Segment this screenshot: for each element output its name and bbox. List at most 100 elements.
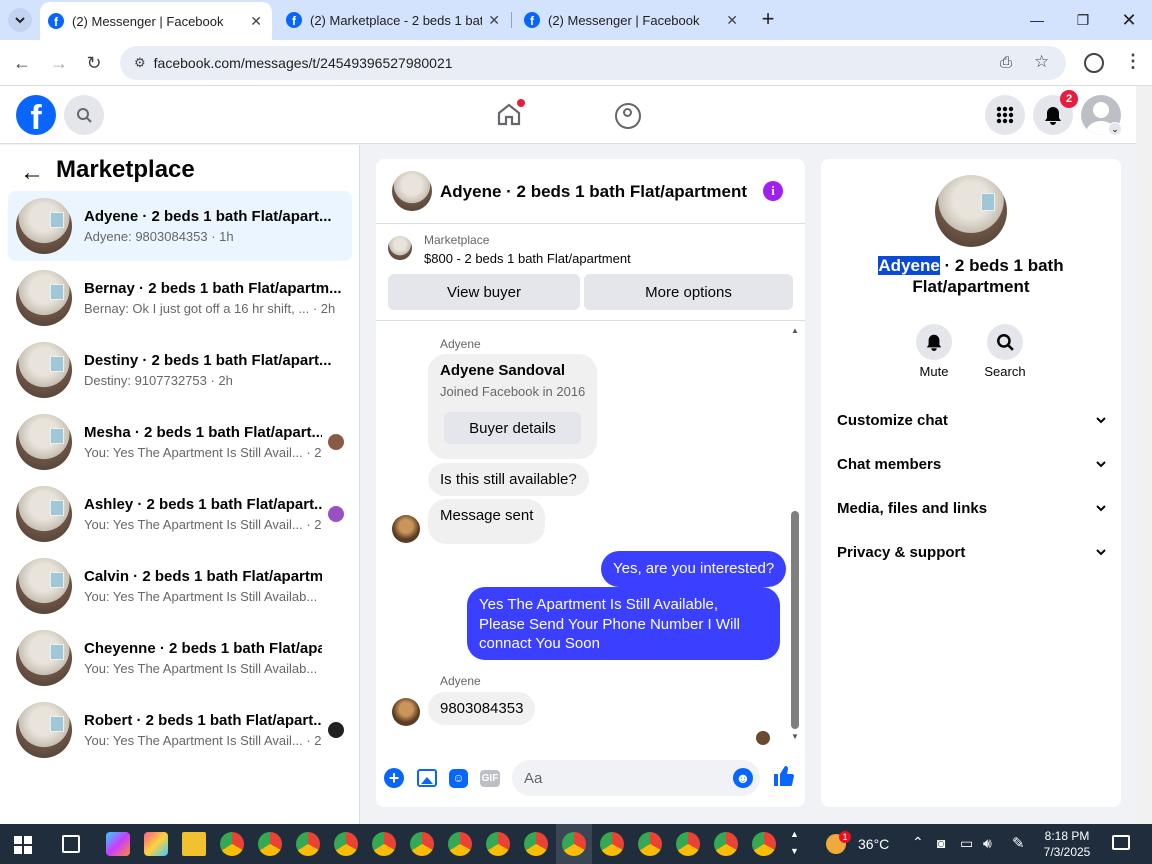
chrome-icon[interactable]: [372, 832, 396, 856]
tab-messenger-2[interactable]: f (2) Messenger | Facebook ✕: [516, 0, 748, 40]
back-arrow-icon[interactable]: ←: [20, 159, 44, 187]
mute-label[interactable]: Mute: [904, 364, 964, 379]
photo-icon[interactable]: [417, 769, 437, 787]
site-settings-icon[interactable]: ⚙: [134, 55, 146, 71]
conversation-preview: You: Yes The Apartment Is Still Avail...…: [84, 733, 322, 748]
conversation-item[interactable]: Destiny · 2 beds 1 bath Flat/apart... Des…: [8, 335, 352, 405]
account-chevron-icon[interactable]: ⌄: [1108, 122, 1122, 136]
home-icon[interactable]: [496, 99, 525, 129]
my-message-bubble[interactable]: Yes The Apartment Is Still Available, Pl…: [467, 587, 780, 660]
profile-icon[interactable]: [1084, 53, 1104, 73]
pen-icon[interactable]: ✎: [1012, 834, 1025, 852]
chat-header-avatar[interactable]: [392, 171, 432, 211]
conversation-item[interactable]: Bernay · 2 beds 1 bath Flat/apartm... Ber…: [8, 263, 352, 333]
listing-title[interactable]: $800 - 2 beds 1 bath Flat/apartment: [424, 251, 631, 266]
new-tab-plus-icon[interactable]: +: [756, 8, 780, 32]
browser-menu-icon[interactable]: ⋮: [1124, 51, 1142, 72]
conversation-item[interactable]: Robert · 2 beds 1 bath Flat/apart... You:…: [8, 695, 352, 765]
sticker-icon[interactable]: ☺: [449, 769, 468, 788]
forward-arrow-icon[interactable]: →: [44, 48, 74, 78]
clock[interactable]: 8:18 PM 7/3/2025: [1040, 828, 1094, 860]
maximize-icon[interactable]: ❐: [1060, 0, 1106, 40]
tab-close-icon[interactable]: ✕: [488, 12, 500, 29]
my-message-bubble[interactable]: Yes, are you interested?: [601, 551, 787, 587]
search-label[interactable]: Search: [975, 364, 1035, 379]
media-files-links-section[interactable]: Media, files and links: [837, 496, 1107, 520]
chrome-icon[interactable]: [714, 832, 738, 856]
install-app-icon[interactable]: ⎙: [1000, 54, 1012, 71]
chrome-icon[interactable]: [676, 832, 700, 856]
message-bubble[interactable]: 9803084353: [428, 692, 536, 725]
facebook-logo-icon[interactable]: f: [16, 95, 56, 135]
chat-members-section[interactable]: Chat members: [837, 452, 1107, 476]
tab-search-chevron-icon[interactable]: [8, 8, 32, 32]
chrome-icon[interactable]: [486, 832, 510, 856]
emoji-icon[interactable]: ☻: [733, 768, 753, 788]
add-plus-icon[interactable]: +: [384, 768, 404, 788]
tray-chevron-up-icon[interactable]: ⌃: [912, 834, 924, 851]
like-thumb-icon[interactable]: [772, 765, 794, 793]
chrome-icon[interactable]: [410, 832, 434, 856]
chat-scrollbar[interactable]: ▲ ▼: [789, 323, 803, 743]
tab-close-icon[interactable]: ✕: [726, 12, 738, 29]
search-icon[interactable]: [64, 95, 104, 135]
chrome-icon[interactable]: [752, 832, 776, 856]
chrome-icon[interactable]: [258, 832, 282, 856]
groups-icon[interactable]: [615, 103, 641, 129]
scroll-up-icon[interactable]: ▲: [791, 326, 799, 335]
chrome-icon[interactable]: [334, 832, 358, 856]
volume-icon[interactable]: 🔊︎: [983, 835, 992, 852]
task-view-icon[interactable]: [62, 835, 80, 853]
more-options-button[interactable]: More options: [584, 274, 793, 310]
customize-chat-section[interactable]: Customize chat: [837, 408, 1107, 432]
conversation-info-icon[interactable]: i: [763, 181, 783, 201]
mute-bell-icon[interactable]: [916, 324, 952, 360]
view-buyer-button[interactable]: View buyer: [388, 274, 580, 310]
message-bubble[interactable]: Message sent: [428, 499, 546, 544]
tab-marketplace[interactable]: f (2) Marketplace - 2 beds 1 bath ✕: [278, 0, 510, 40]
privacy-support-section[interactable]: Privacy & support: [837, 540, 1107, 564]
chrome-icon-active[interactable]: [562, 832, 586, 856]
sender-avatar[interactable]: [392, 698, 420, 726]
address-bar[interactable]: ⚙ facebook.com/messages/t/24549396527980…: [120, 46, 1066, 80]
paint-app-icon[interactable]: [144, 832, 168, 856]
bookmark-star-icon[interactable]: ☆: [1034, 52, 1049, 72]
buyer-details-button[interactable]: Buyer details: [444, 412, 581, 444]
chrome-icon[interactable]: [448, 832, 472, 856]
chat-title[interactable]: Adyene · 2 beds 1 bath Flat/apartment: [440, 182, 747, 202]
camera-icon[interactable]: ◙: [937, 835, 945, 851]
conversation-item[interactable]: Ashley · 2 beds 1 bath Flat/apart... You:…: [8, 479, 352, 549]
chrome-icon[interactable]: [296, 832, 320, 856]
chrome-icon[interactable]: [600, 832, 624, 856]
tab-messenger-1[interactable]: f (2) Messenger | Facebook ✕: [40, 2, 272, 40]
minimize-icon[interactable]: —: [1014, 0, 1060, 40]
page-scrollbar[interactable]: [1136, 86, 1152, 824]
network-icon[interactable]: ▭: [960, 835, 973, 852]
windows-start-icon[interactable]: [14, 836, 32, 854]
chrome-icon[interactable]: [638, 832, 662, 856]
sender-avatar[interactable]: [392, 515, 420, 543]
notification-center-icon[interactable]: [1112, 835, 1130, 850]
tab-close-icon[interactable]: ✕: [250, 13, 262, 30]
conversation-item[interactable]: Calvin · 2 beds 1 bath Flat/apartme... Yo…: [8, 551, 352, 621]
conversation-item[interactable]: Adyene · 2 beds 1 bath Flat/apart... Adye…: [8, 191, 352, 261]
chrome-icon[interactable]: [220, 832, 244, 856]
scroll-down-icon[interactable]: ▼: [791, 732, 799, 741]
scroll-thumb[interactable]: [791, 511, 799, 729]
menu-grid-icon[interactable]: [985, 95, 1025, 135]
taskbar-scroll-arrows-icon[interactable]: ▲ ▼: [790, 826, 799, 860]
temperature[interactable]: 36°C: [858, 836, 889, 852]
conversation-item[interactable]: Mesha · 2 beds 1 bath Flat/apart... You: …: [8, 407, 352, 477]
search-icon[interactable]: [987, 324, 1023, 360]
message-input[interactable]: Aa: [512, 760, 760, 796]
conversation-item[interactable]: Cheyenne · 2 beds 1 bath Flat/apar... You…: [8, 623, 352, 693]
gif-icon[interactable]: GIF: [480, 770, 500, 787]
message-bubble[interactable]: Is this still available?: [428, 463, 589, 496]
back-arrow-icon[interactable]: ←: [7, 48, 37, 78]
reload-icon[interactable]: ↻: [79, 48, 109, 78]
chrome-icon[interactable]: [524, 832, 548, 856]
copilot-icon[interactable]: [106, 832, 130, 856]
file-explorer-icon[interactable]: [182, 832, 206, 856]
listing-thumbnail: [16, 414, 72, 470]
close-window-icon[interactable]: ✕: [1106, 0, 1152, 40]
